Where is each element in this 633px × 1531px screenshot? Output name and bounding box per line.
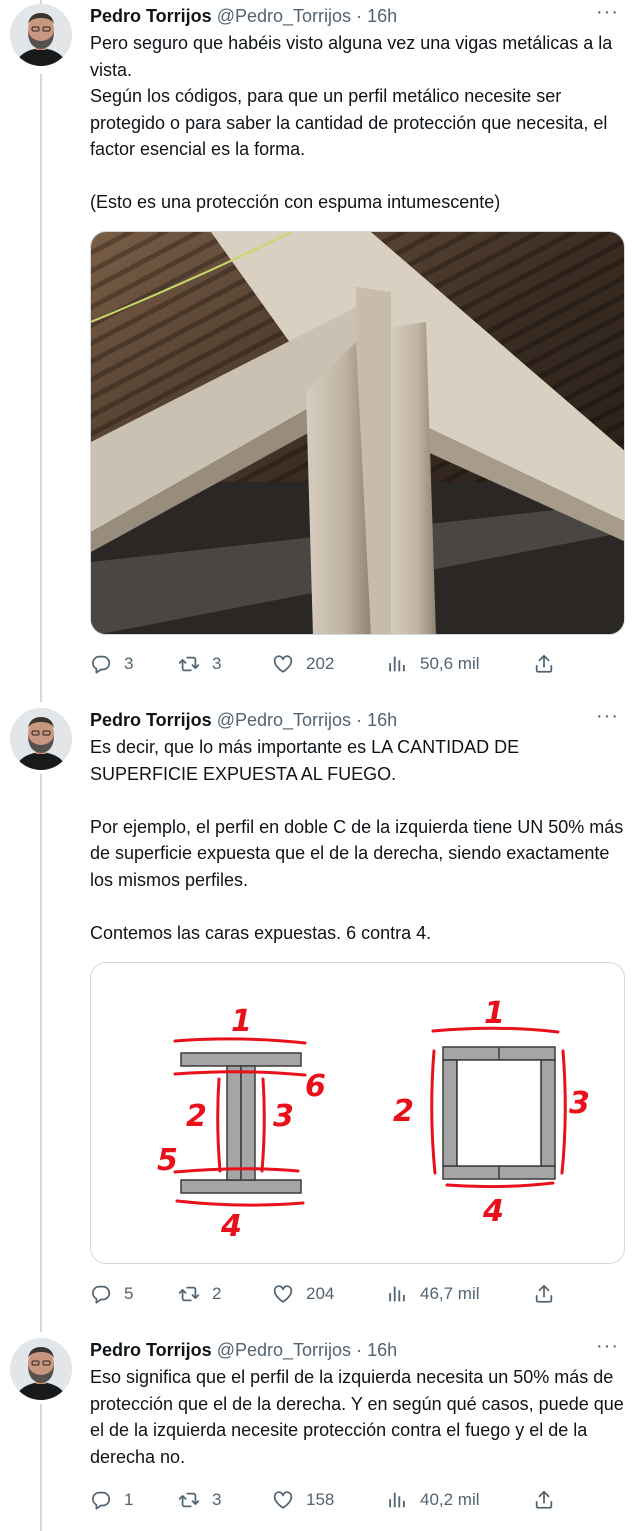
reply-icon: [91, 1285, 111, 1304]
diagram-label: 5: [157, 1143, 178, 1178]
avatar[interactable]: [10, 708, 72, 770]
share-icon: [535, 1490, 553, 1509]
author-handle[interactable]: @Pedro_Torrijos: [217, 710, 351, 730]
tweet-body: Pedro Torrijos @Pedro_Torrijos · 16h ···…: [90, 1, 625, 216]
more-icon[interactable]: ···: [596, 1335, 619, 1357]
tweet-actions: 1 3 158 40,2 mil: [90, 1488, 570, 1512]
like-icon: [273, 1491, 293, 1509]
views-count: 50,6 mil: [420, 654, 480, 673]
retweet-count: 2: [212, 1284, 222, 1303]
author-name[interactable]: Pedro Torrijos: [90, 1340, 212, 1360]
like-icon: [273, 1285, 293, 1303]
share-button[interactable]: [533, 1282, 567, 1306]
tweet-text: Es decir, que lo más importante es LA CA…: [90, 737, 624, 943]
more-icon[interactable]: ···: [596, 1, 619, 23]
diagram-label: 3: [569, 1086, 590, 1121]
like-count: 204: [306, 1284, 335, 1303]
tweet-text: Eso significa que el perfil de la izquie…: [90, 1367, 624, 1467]
avatar[interactable]: [10, 4, 72, 66]
diagram-label: 3: [273, 1099, 294, 1134]
timestamp[interactable]: 16h: [367, 710, 397, 730]
reply-count: 1: [124, 1490, 134, 1509]
like-icon: [273, 655, 293, 673]
diagram-label: 4: [220, 1209, 242, 1244]
diagram-label: 2: [186, 1099, 207, 1134]
timestamp[interactable]: 16h: [367, 1340, 397, 1360]
author-handle[interactable]: @Pedro_Torrijos: [217, 1340, 351, 1360]
retweet-icon: [178, 656, 200, 672]
reply-icon: [91, 1491, 111, 1510]
tweet-photo[interactable]: [90, 231, 625, 635]
tweet-body: Pedro Torrijos @Pedro_Torrijos · 16h ···…: [90, 705, 625, 946]
tweet-actions: 5 2 204 46,7 mil: [90, 1282, 570, 1306]
retweet-button[interactable]: 3: [178, 1488, 221, 1512]
diagram-label: 1: [231, 1004, 252, 1039]
more-icon[interactable]: ···: [596, 705, 619, 727]
share-button[interactable]: [533, 652, 567, 676]
reply-count: 3: [124, 654, 134, 673]
tweet-actions: 3 3 202 50,6 mil: [90, 652, 570, 676]
thread-connector: [40, 774, 42, 1332]
views-count: 46,7 mil: [420, 1284, 480, 1303]
like-button[interactable]: 202: [272, 652, 334, 676]
separator-dot: ·: [356, 1340, 363, 1360]
retweet-icon: [178, 1492, 200, 1508]
avatar[interactable]: [10, 1338, 72, 1400]
like-count: 158: [306, 1490, 335, 1509]
retweet-icon: [178, 1286, 200, 1302]
tweet-text: Pero seguro que habéis visto alguna vez …: [90, 33, 613, 212]
views-button[interactable]: 46,7 mil: [386, 1282, 480, 1306]
diagram-label: 2: [393, 1094, 414, 1129]
tweet-diagram-image[interactable]: 1 2 3 4 5 6 1 2 3 4: [90, 962, 625, 1264]
like-button[interactable]: 204: [272, 1282, 334, 1306]
steel-profiles-diagram: 1 2 3 4 5 6 1 2 3 4: [91, 963, 624, 1263]
share-icon: [535, 1284, 553, 1303]
share-button[interactable]: [533, 1488, 567, 1512]
like-count: 202: [306, 654, 335, 673]
separator-dot: ·: [356, 710, 363, 730]
tweet-header: Pedro Torrijos @Pedro_Torrijos · 16h ···: [90, 1, 625, 27]
tweet-header: Pedro Torrijos @Pedro_Torrijos · 16h ···: [90, 1335, 625, 1361]
views-icon: [389, 1286, 405, 1302]
steel-beams-photo: [91, 232, 624, 634]
views-count: 40,2 mil: [420, 1490, 480, 1509]
thread-connector: [40, 1404, 42, 1531]
share-icon: [535, 654, 553, 673]
diagram-label: 4: [482, 1194, 504, 1229]
timestamp[interactable]: 16h: [367, 6, 397, 26]
like-button[interactable]: 158: [272, 1488, 334, 1512]
views-icon: [389, 1492, 405, 1508]
retweet-count: 3: [212, 1490, 222, 1509]
retweet-count: 3: [212, 654, 222, 673]
reply-button[interactable]: 3: [90, 652, 133, 676]
views-button[interactable]: 40,2 mil: [386, 1488, 480, 1512]
separator-dot: ·: [356, 6, 363, 26]
author-name[interactable]: Pedro Torrijos: [90, 710, 212, 730]
reply-icon: [91, 655, 111, 674]
retweet-button[interactable]: 3: [178, 652, 221, 676]
views-button[interactable]: 50,6 mil: [386, 652, 480, 676]
retweet-button[interactable]: 2: [178, 1282, 221, 1306]
views-icon: [389, 656, 405, 672]
tweet-header: Pedro Torrijos @Pedro_Torrijos · 16h ···: [90, 705, 625, 731]
author-handle[interactable]: @Pedro_Torrijos: [217, 6, 351, 26]
diagram-label: 1: [484, 996, 505, 1031]
thread-connector: [40, 74, 42, 702]
diagram-label: 6: [305, 1069, 326, 1104]
author-name[interactable]: Pedro Torrijos: [90, 6, 212, 26]
tweet-body: Pedro Torrijos @Pedro_Torrijos · 16h ···…: [90, 1335, 625, 1470]
reply-button[interactable]: 5: [90, 1282, 133, 1306]
reply-button[interactable]: 1: [90, 1488, 133, 1512]
reply-count: 5: [124, 1284, 134, 1303]
